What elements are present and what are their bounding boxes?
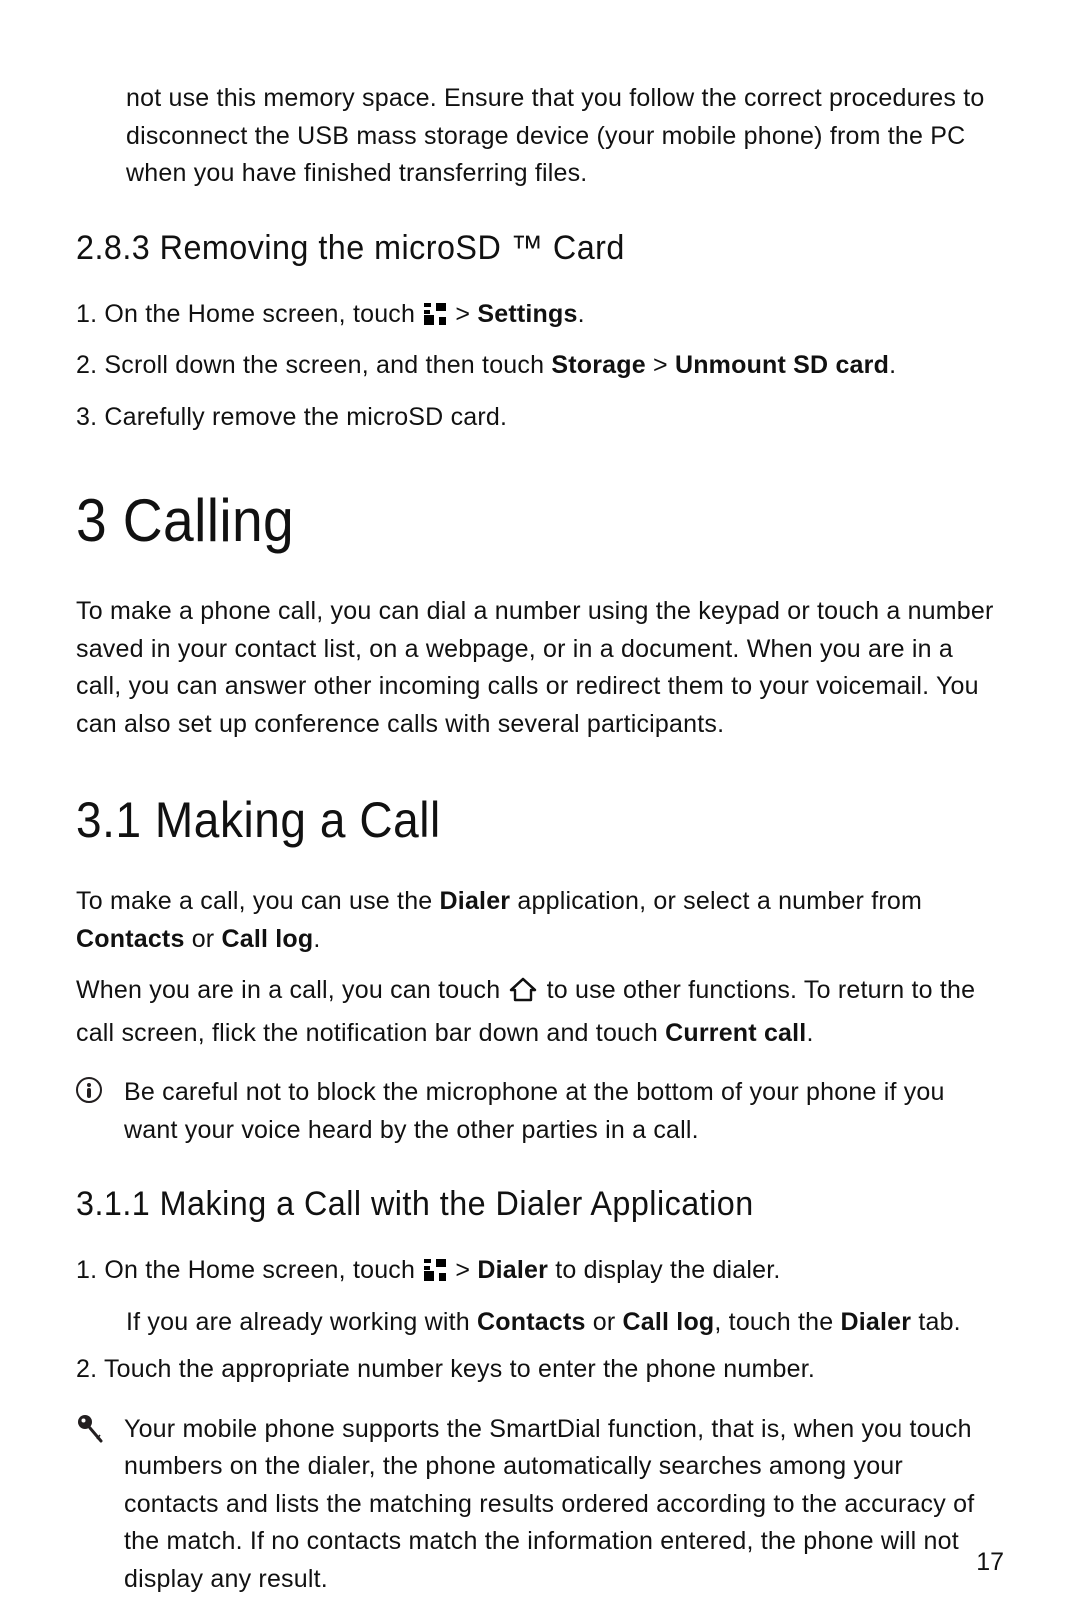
making-call-p1: To make a call, you can use the Dialer a…	[76, 883, 1004, 958]
tip-text: Your mobile phone supports the SmartDial…	[124, 1411, 1004, 1599]
apps-grid-icon	[424, 1259, 446, 1281]
note-text: Be careful not to block the microphone a…	[124, 1074, 1004, 1149]
home-icon	[509, 977, 537, 1015]
step-2-dialer: 2. Touch the appropriate number keys to …	[76, 1351, 1004, 1389]
heading-3-1-1: 3.1.1 Making a Call with the Dialer Appl…	[76, 1185, 1004, 1224]
intro-paragraph: not use this memory space. Ensure that y…	[76, 80, 1004, 193]
step-1-dialer: 1. On the Home screen, touch > Dialer to…	[76, 1252, 1004, 1290]
tip-block-smartdial: Your mobile phone supports the SmartDial…	[76, 1411, 1004, 1599]
heading-2-8-3: 2.8.3 Removing the microSD ™ Card	[76, 229, 1004, 268]
info-icon	[76, 1077, 102, 1103]
making-call-p2: When you are in a call, you can touch to…	[76, 972, 1004, 1052]
step-1-dialer-sub: If you are already working with Contacts…	[76, 1304, 1004, 1342]
heading-3-1: 3.1 Making a Call	[76, 791, 1004, 849]
calling-intro: To make a phone call, you can dial a num…	[76, 593, 1004, 743]
step-2-remove-sd: 2. Scroll down the screen, and then touc…	[76, 347, 1004, 385]
page-number: 17	[976, 1548, 1004, 1577]
step-3-remove-sd: 3. Carefully remove the microSD card.	[76, 399, 1004, 437]
note-block-microphone: Be careful not to block the microphone a…	[76, 1074, 1004, 1149]
step-1-remove-sd: 1. On the Home screen, touch > Settings.	[76, 296, 1004, 334]
apps-grid-icon	[424, 303, 446, 325]
tip-icon	[76, 1414, 104, 1442]
heading-3-calling: 3 Calling	[76, 486, 1004, 555]
